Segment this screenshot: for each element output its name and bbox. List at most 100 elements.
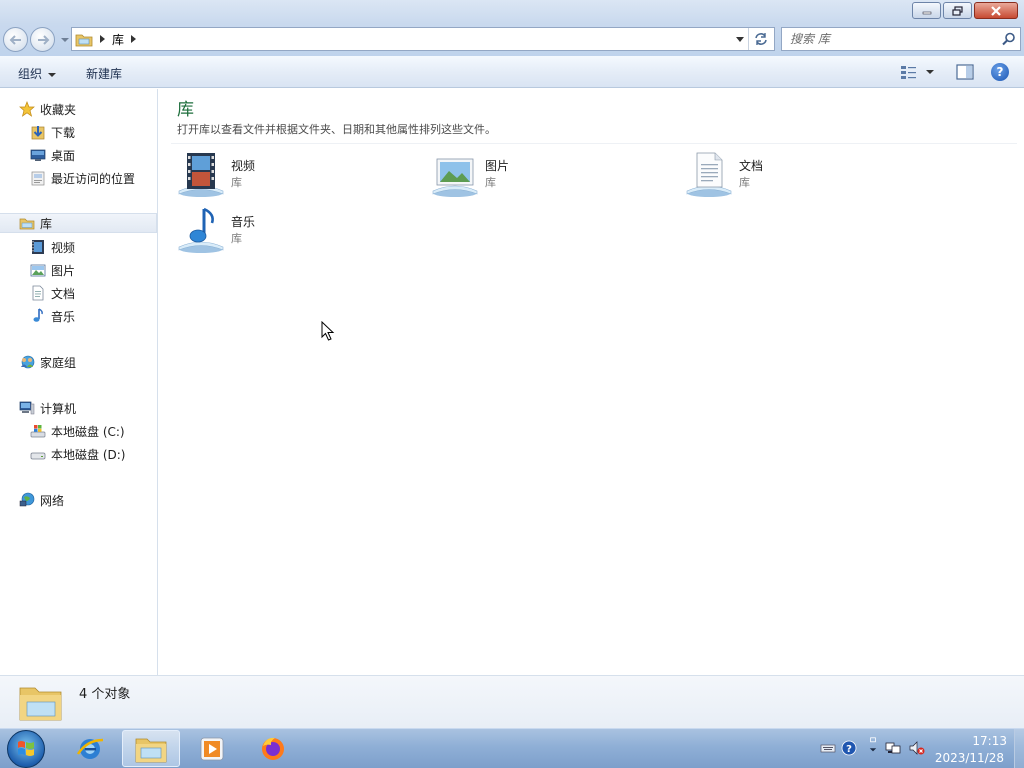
- sidebar-item-label: 本地磁盘 (C:): [51, 424, 125, 439]
- sidebar-libraries-label: 库: [40, 216, 53, 231]
- taskbar-firefox[interactable]: [244, 730, 302, 767]
- minimize-icon: [922, 11, 931, 14]
- help-icon[interactable]: ?: [841, 740, 857, 756]
- forward-arrow-icon: [38, 35, 50, 45]
- new-library-button[interactable]: 新建库: [86, 65, 122, 82]
- svg-text:?: ?: [846, 744, 852, 755]
- preview-pane-icon[interactable]: [956, 64, 974, 80]
- taskbar-media-player[interactable]: [183, 730, 241, 767]
- homegroup-icon: [21, 355, 35, 369]
- desktop-icon: [30, 149, 46, 161]
- breadcrumb-library[interactable]: 库: [112, 31, 124, 48]
- recent-places-icon: [31, 171, 45, 186]
- command-bar: 组织 新建库 ?: [0, 56, 1024, 88]
- navigation-pane: 收藏夹 下载 桌面 最近访问的位置 库 视频 图片 文档 音乐 家庭组 计算机: [0, 89, 158, 675]
- breadcrumb-library-arrow[interactable]: [131, 35, 137, 43]
- sidebar-item-documents[interactable]: 文档: [30, 283, 75, 303]
- sidebar-favorites-label: 收藏夹: [40, 102, 77, 117]
- windows-logo-icon: [18, 741, 34, 756]
- sidebar-homegroup-label: 家庭组: [40, 355, 77, 370]
- library-folder-icon: [19, 687, 62, 721]
- library-folder-icon: [75, 34, 93, 47]
- system-tray: ? 17:13 2023/11/28: [818, 729, 1024, 768]
- clock-date[interactable]: 2023/11/28: [935, 751, 1004, 765]
- title-bar[interactable]: [0, 0, 1024, 24]
- address-bar[interactable]: 库: [71, 27, 775, 51]
- computer-icon: [19, 401, 35, 415]
- close-button[interactable]: [974, 2, 1018, 19]
- sidebar-item-music[interactable]: 音乐: [30, 306, 75, 326]
- page-title: 库: [177, 100, 194, 120]
- forward-button[interactable]: [30, 27, 55, 52]
- search-input[interactable]: [790, 32, 990, 46]
- details-pane: 4 个对象: [0, 675, 1024, 728]
- address-history-dropdown[interactable]: [736, 37, 744, 42]
- organize-button[interactable]: 组织: [18, 65, 57, 82]
- keyboard-icon[interactable]: [820, 740, 836, 756]
- content-pane: 库 打开库以查看文件并根据文件夹、日期和其他属性排列这些文件。 视频 库 图片 …: [159, 89, 1024, 675]
- sidebar-network-label: 网络: [40, 493, 65, 508]
- start-button[interactable]: [7, 730, 45, 768]
- documents-library-icon: [686, 152, 732, 197]
- document-icon: [32, 285, 44, 301]
- library-item-pictures[interactable]: 图片 库: [431, 151, 671, 203]
- clock-time[interactable]: 17:13: [972, 734, 1007, 748]
- organize-label: 组织: [18, 67, 43, 81]
- restore-button[interactable]: [943, 2, 972, 19]
- item-count: 4 个对象: [79, 687, 131, 702]
- network-status-icon[interactable]: [885, 740, 901, 756]
- video-library-icon: [178, 153, 224, 197]
- show-hidden-icons-icon[interactable]: [865, 737, 881, 753]
- chevron-down-icon: [48, 72, 57, 77]
- volume-muted-icon[interactable]: [909, 740, 925, 756]
- library-item-type: 库: [231, 176, 242, 189]
- sidebar-item-recent-places[interactable]: 最近访问的位置: [30, 168, 135, 188]
- sidebar-homegroup[interactable]: 家庭组: [19, 352, 76, 372]
- search-box[interactable]: [781, 27, 1021, 51]
- taskbar-internet-explorer[interactable]: [61, 730, 119, 767]
- sidebar-item-videos[interactable]: 视频: [30, 237, 75, 257]
- taskbar-file-explorer[interactable]: [122, 730, 180, 767]
- close-icon: [991, 5, 1001, 16]
- sidebar-item-desktop[interactable]: 桌面: [30, 145, 75, 165]
- sidebar-computer[interactable]: 计算机: [19, 398, 76, 418]
- sidebar-item-drive-d[interactable]: 本地磁盘 (D:): [30, 444, 125, 464]
- help-icon[interactable]: ?: [991, 63, 1009, 81]
- sidebar-network[interactable]: 网络: [19, 490, 64, 510]
- hard-drive-icon: [30, 452, 46, 460]
- mouse-cursor-icon: [321, 321, 335, 341]
- library-item-type: 库: [739, 176, 750, 189]
- library-item-name: 音乐: [231, 215, 256, 229]
- breadcrumb-root-arrow[interactable]: [100, 35, 105, 43]
- minimize-button[interactable]: [912, 2, 941, 19]
- library-item-documents[interactable]: 文档 库: [685, 151, 925, 203]
- pictures-icon: [30, 264, 46, 277]
- sidebar-item-drive-c[interactable]: 本地磁盘 (C:): [30, 421, 125, 441]
- system-drive-icon: [30, 425, 46, 438]
- show-desktop-button[interactable]: [1014, 729, 1024, 768]
- divider: [171, 143, 1017, 144]
- back-button[interactable]: [3, 27, 28, 52]
- library-item-videos[interactable]: 视频 库: [177, 151, 417, 203]
- sidebar-item-label: 图片: [51, 263, 76, 278]
- music-note-icon: [33, 308, 43, 322]
- taskbar: ? 17:13 2023/11/28: [0, 728, 1024, 768]
- recent-pages-dropdown[interactable]: [61, 38, 69, 42]
- sidebar-item-label: 下载: [51, 125, 76, 140]
- refresh-icon[interactable]: [752, 31, 770, 47]
- search-icon[interactable]: [1002, 32, 1016, 46]
- sidebar-item-pictures[interactable]: 图片: [30, 260, 75, 280]
- page-description: 打开库以查看文件并根据文件夹、日期和其他属性排列这些文件。: [177, 123, 496, 136]
- change-view-button[interactable]: [900, 64, 934, 80]
- video-icon: [32, 240, 44, 254]
- library-item-type: 库: [485, 176, 496, 189]
- library-item-music[interactable]: 音乐 库: [177, 207, 417, 259]
- restore-icon: [951, 5, 963, 16]
- sidebar-favorites[interactable]: 收藏夹: [19, 99, 76, 119]
- sidebar-item-label: 本地磁盘 (D:): [51, 447, 126, 462]
- sidebar-libraries[interactable]: 库: [0, 213, 157, 233]
- sidebar-item-label: 最近访问的位置: [51, 171, 136, 186]
- sidebar-item-label: 文档: [51, 286, 76, 301]
- sidebar-item-downloads[interactable]: 下载: [30, 122, 75, 142]
- window-controls: [912, 2, 1018, 19]
